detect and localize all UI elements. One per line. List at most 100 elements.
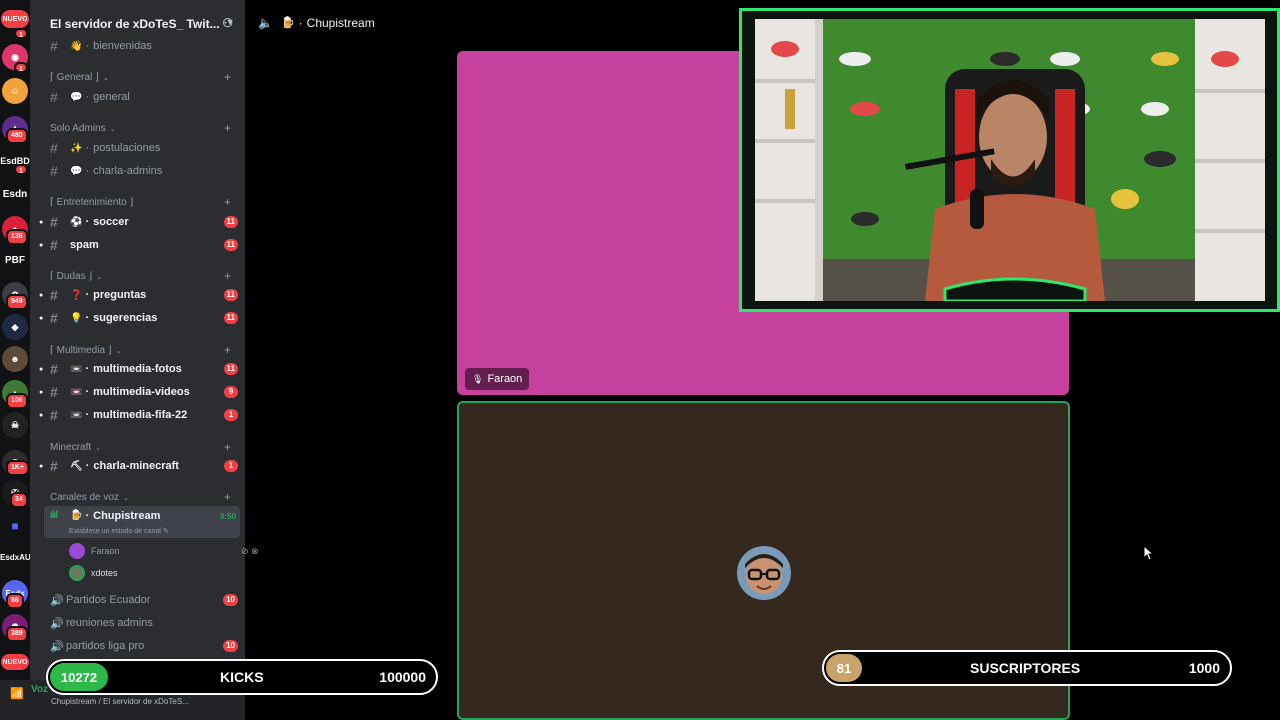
category-multimedia[interactable]: ⌈ Multimedia ⌋ ⌄ — [50, 345, 122, 356]
category-minecraft[interactable]: Minecraft ⌄ — [50, 442, 101, 453]
invite-people-icon[interactable]: ⚇ — [222, 16, 233, 30]
participant-avatar — [737, 546, 791, 600]
server-name: El servidor de xDoTeS_ Twit... — [50, 17, 220, 31]
add-channel-icon[interactable]: + — [224, 121, 231, 135]
hash-icon: # — [50, 361, 58, 377]
server-badge: 1K+ — [6, 460, 30, 476]
mention-badge: 10 — [223, 640, 238, 652]
category-entretenimiento[interactable]: ⌈ Entretenimiento ⌋ — [50, 197, 133, 208]
hash-icon: # — [50, 384, 58, 400]
channel-emoji: ✨ — [70, 142, 83, 154]
page-title: Chupistream — [306, 16, 375, 30]
server-icon[interactable]: ◆ — [2, 314, 28, 340]
server-label[interactable]: EsdxAU — [0, 553, 31, 562]
channel-label: general — [93, 91, 130, 103]
unread-indicator: ● — [39, 291, 44, 299]
channel-sugerencias[interactable]: ● # 💡 · sugerencias 11 — [39, 307, 240, 329]
channel-emoji: 📼 — [70, 386, 83, 398]
category-general[interactable]: ⌈ General ⌋ ⌄ — [50, 72, 109, 83]
channel-sidebar: El servidor de xDoTeS_ Twit... ▼ ⚇ # 👋 ·… — [30, 0, 259, 720]
channel-label: multimedia-fotos — [93, 363, 182, 375]
channel-label: postulaciones — [93, 142, 161, 154]
kicks-current: 10272 — [50, 663, 108, 691]
channel-emoji: 📼 — [70, 409, 83, 421]
speaker-icon: 🔊 — [50, 617, 64, 630]
speaker-icon: 🔊 — [50, 594, 64, 607]
mention-badge: 11 — [223, 239, 238, 251]
unread-indicator: ● — [39, 388, 44, 396]
channel-emoji: 🍺 — [280, 17, 295, 29]
channel-status-prompt[interactable]: Establece un estado de canal ✎ — [69, 527, 169, 535]
mention-badge: 11 — [223, 312, 238, 324]
add-channel-icon[interactable]: + — [224, 195, 231, 209]
voice-channel-partidos-liga-pro[interactable]: 🔊 partidos liga pro 10 — [44, 635, 240, 657]
add-channel-icon[interactable]: + — [224, 440, 231, 454]
channel-spam[interactable]: ● # spam 11 — [39, 234, 240, 256]
unread-indicator: ● — [39, 314, 44, 322]
add-channel-icon[interactable]: + — [224, 269, 231, 283]
subs-target: 1000 — [1188, 660, 1220, 676]
nuevo-badge-bottom[interactable]: NUEVO — [1, 654, 29, 670]
add-channel-icon[interactable]: + — [224, 490, 231, 504]
channel-charla-minecraft[interactable]: ● # ⛏ · charla-minecraft 1 — [39, 455, 240, 477]
channel-label: reuniones admins — [66, 617, 153, 629]
server-badge: 136 — [6, 229, 28, 245]
server-label[interactable]: PBF — [0, 255, 30, 266]
voice-user-faraon[interactable]: Faraon ⊘ ⊗ — [69, 541, 259, 561]
hash-icon: # — [50, 237, 58, 253]
voice-channel-reuniones-admins[interactable]: 🔊 reuniones admins — [44, 612, 240, 634]
channel-emoji: 💬 — [70, 91, 83, 103]
voice-channel-partidos-ecuador[interactable]: 🔊 Partidos Ecuador 10 — [44, 589, 240, 611]
voice-user-xdotes[interactable]: xdotes — [69, 563, 118, 583]
category-canales-de-voz[interactable]: Canales de voz ⌄ — [50, 492, 129, 503]
channel-charla-admins[interactable]: # 💬 · charla-admins — [44, 160, 240, 182]
folder-icon[interactable]: ■ — [2, 513, 28, 539]
channel-label: charla-minecraft — [93, 460, 179, 472]
mouse-cursor-icon — [1143, 545, 1155, 561]
unread-indicator: ● — [39, 218, 44, 226]
server-icon[interactable]: ☠ — [2, 412, 28, 438]
category-solo-admins[interactable]: Solo Admins ⌄ — [50, 123, 115, 134]
channel-label: Partidos Ecuador — [66, 594, 151, 606]
category-dudas[interactable]: ⌈ Dudas ⌋ ⌄ — [50, 271, 102, 282]
server-badge: 1 — [14, 164, 28, 175]
speaker-icon: 🔈 — [258, 16, 273, 30]
mention-badge: 11 — [223, 363, 238, 375]
avatar — [69, 543, 85, 559]
add-channel-icon[interactable]: + — [224, 70, 231, 84]
muted-mic-icon: 🎙 — [472, 373, 484, 384]
server-icon[interactable]: ☻ — [2, 346, 28, 372]
server-icon[interactable]: ☺ — [2, 78, 28, 104]
pickaxe-icon: ⛏ — [70, 460, 83, 472]
channel-multimedia-fifa-22[interactable]: ● # 📼 · multimedia-fifa-22 1 — [39, 404, 240, 426]
channel-bienvenidas[interactable]: # 👋 · bienvenidas — [44, 35, 240, 57]
channel-soccer[interactable]: ● # ⚽ · soccer 11 — [39, 211, 240, 233]
add-channel-icon[interactable]: + — [224, 343, 231, 357]
server-badge: 949 — [6, 294, 28, 310]
chevron-down-icon: ⌄ — [122, 495, 129, 502]
channel-preguntas[interactable]: ● # ❓ · preguntas 11 — [39, 284, 240, 306]
voice-user-name: Faraon — [91, 546, 120, 556]
speaker-icon: 🔊 — [50, 640, 64, 653]
category-label: ⌈ Entretenimiento ⌋ — [50, 197, 134, 208]
category-label: Minecraft — [50, 442, 92, 453]
mention-badge: 1 — [224, 460, 238, 472]
nuevo-badge-top[interactable]: NUEVO — [1, 10, 29, 28]
chevron-down-icon: ⌄ — [102, 75, 109, 82]
channel-postulaciones[interactable]: # ✨ · postulaciones — [44, 137, 240, 159]
mention-badge: 11 — [223, 289, 238, 301]
channel-general[interactable]: # 💬 · general — [44, 86, 240, 108]
channel-multimedia-fotos[interactable]: ● # 📼 · multimedia-fotos 11 — [39, 358, 240, 380]
kicks-label: KICKS — [220, 669, 264, 685]
category-label: Canales de voz — [50, 492, 119, 503]
category-label: ⌈ Multimedia ⌋ — [50, 345, 112, 356]
mention-badge: 11 — [223, 216, 238, 228]
subs-current: 81 — [826, 654, 862, 682]
server-badge: 1 — [14, 28, 28, 39]
channel-multimedia-videos[interactable]: ● # 📼 · multimedia-videos 9 — [39, 381, 240, 403]
voice-subtitle: Chupistream / El servidor de xDoTeS... — [51, 697, 189, 706]
chevron-down-icon: ⌄ — [95, 445, 101, 452]
subs-goal-bar: 81 SUSCRIPTORES 1000 — [822, 650, 1232, 686]
signal-icon: 📶 — [10, 688, 24, 700]
server-label[interactable]: Esdn — [0, 189, 30, 200]
